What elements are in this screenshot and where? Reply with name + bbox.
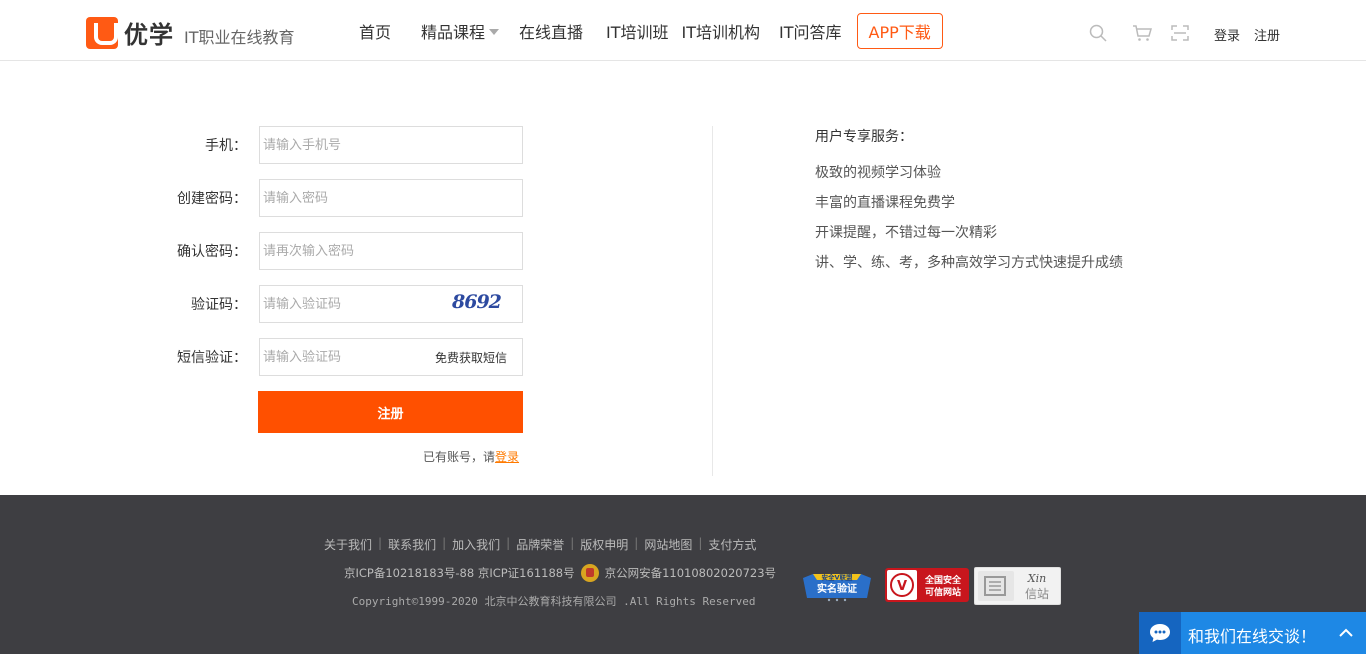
badge3-text: 信站 (1025, 587, 1049, 601)
xinzhan-badge[interactable]: Xin 信站 (974, 567, 1061, 605)
real-name-verification-badge[interactable]: 安全V联盟 实名验证 (799, 570, 875, 602)
separator: | (698, 536, 703, 550)
footer-link-payment[interactable]: 支付方式 (708, 536, 756, 553)
service-item: 丰富的直播课程免费学 (815, 195, 955, 211)
register-submit-button[interactable]: 注册 (258, 391, 523, 433)
phone-input[interactable] (259, 126, 523, 164)
police-record-text[interactable]: 京公网安备11010802020723号 (605, 565, 776, 581)
footer-links: 关于我们 | 联系我们 | 加入我们 | 品牌荣誉 | 版权申明 | 网站地图 | 支付方式 (324, 536, 756, 553)
captcha-image[interactable]: 8692 (452, 291, 502, 313)
login-hint: 已有账号，请登录 (423, 448, 519, 465)
chevron-up-icon[interactable] (1338, 625, 1354, 641)
footer-link-copyright[interactable]: 版权申明 (580, 536, 628, 553)
site-header: 优学 IT职业在线教育 首页 精品课程 在线直播 IT培训班 IT培训机构 IT… (0, 0, 1366, 61)
phone-row: 手机： (0, 126, 530, 164)
service-item: 讲、学、练、考，多种高效学习方式快速提升成绩 (815, 255, 1123, 271)
online-chat-widget[interactable]: 和我们在线交谈！ (1139, 612, 1366, 654)
scan-icon[interactable] (1171, 24, 1189, 42)
nav-live[interactable]: 在线直播 (519, 19, 583, 43)
password-label: 创建密码： (177, 191, 247, 207)
password-input[interactable] (259, 179, 523, 217)
chat-icon-box (1139, 612, 1181, 654)
footer-link-about[interactable]: 关于我们 (324, 536, 372, 553)
badge2-line2: 可信网站 (925, 586, 961, 598)
confirm-password-label: 确认密码： (177, 244, 247, 260)
separator: | (378, 536, 383, 550)
badge3-script: Xin (1027, 572, 1046, 585)
separator: | (506, 536, 511, 550)
sms-label: 短信验证： (177, 350, 247, 366)
password-row: 创建密码： (0, 179, 530, 217)
separator: | (442, 536, 447, 550)
get-sms-button[interactable]: 免费获取短信 (435, 349, 507, 366)
captcha-row: 验证码： 8692 (0, 285, 530, 323)
services-title: 用户专享服务： (815, 129, 913, 145)
footer-link-contact[interactable]: 联系我们 (388, 536, 436, 553)
badge1-main-text: 实名验证 (817, 582, 857, 595)
trusted-site-badge[interactable]: V 全国安全 可信网站 (885, 568, 969, 602)
phone-label: 手机： (205, 138, 247, 154)
confirm-password-input[interactable] (259, 232, 523, 270)
icp-info: 京ICP备10218183号-88 京ICP证161188号 京公网安备1101… (344, 564, 776, 582)
nav-training-org[interactable]: IT培训机构 (682, 19, 761, 43)
separator: | (570, 536, 575, 550)
nav-training-class[interactable]: IT培训班 (606, 19, 669, 43)
footer-link-sitemap[interactable]: 网站地图 (644, 536, 692, 553)
footer-link-honor[interactable]: 品牌荣誉 (516, 536, 564, 553)
register-link[interactable]: 注册 (1254, 25, 1280, 44)
captcha-label: 验证码： (191, 297, 247, 313)
sms-row: 短信验证： 免费获取短信 (0, 338, 530, 376)
service-item: 极致的视频学习体验 (815, 165, 941, 181)
nav-qa[interactable]: IT问答库 (779, 19, 842, 43)
confirm-password-row: 确认密码： (0, 232, 530, 270)
vertical-divider (712, 126, 713, 476)
logo-slogan: IT职业在线教育 (184, 27, 295, 47)
chat-bubble-icon (1150, 624, 1170, 642)
svg-text:V: V (897, 579, 907, 594)
search-icon[interactable] (1089, 24, 1107, 42)
police-badge-icon (580, 564, 599, 582)
logo-name: 优学 (124, 21, 174, 49)
icp-text[interactable]: 京ICP备10218183号-88 京ICP证161188号 (344, 565, 575, 581)
footer-link-join[interactable]: 加入我们 (452, 536, 500, 553)
service-item: 开课提醒，不错过每一次精彩 (815, 225, 997, 241)
login-link-inline[interactable]: 登录 (495, 450, 519, 464)
logo-icon (86, 16, 118, 49)
logo[interactable]: 优学 IT职业在线教育 (86, 15, 295, 50)
user-services: 用户专享服务： 极致的视频学习体验 丰富的直播课程免费学 开课提醒，不错过每一次… (815, 126, 1123, 271)
chat-label: 和我们在线交谈！ (1188, 627, 1317, 646)
badge1-top-text: 安全V联盟 (821, 573, 853, 582)
cart-icon[interactable] (1132, 24, 1153, 42)
nav-courses[interactable]: 精品课程 (421, 19, 499, 43)
separator: | (634, 536, 639, 550)
badge2-line1: 全国安全 (924, 574, 962, 586)
have-account-text: 已有账号，请 (423, 450, 496, 464)
main-nav: 首页 精品课程 在线直播 IT培训班 IT培训机构 IT问答库 APP下载 (359, 0, 943, 61)
nav-home[interactable]: 首页 (359, 19, 391, 43)
app-download-button[interactable]: APP下载 (856, 12, 943, 49)
login-link[interactable]: 登录 (1214, 25, 1240, 44)
copyright-text: Copyright©1999-2020 北京中公教育科技有限公司 .All Ri… (352, 595, 756, 608)
